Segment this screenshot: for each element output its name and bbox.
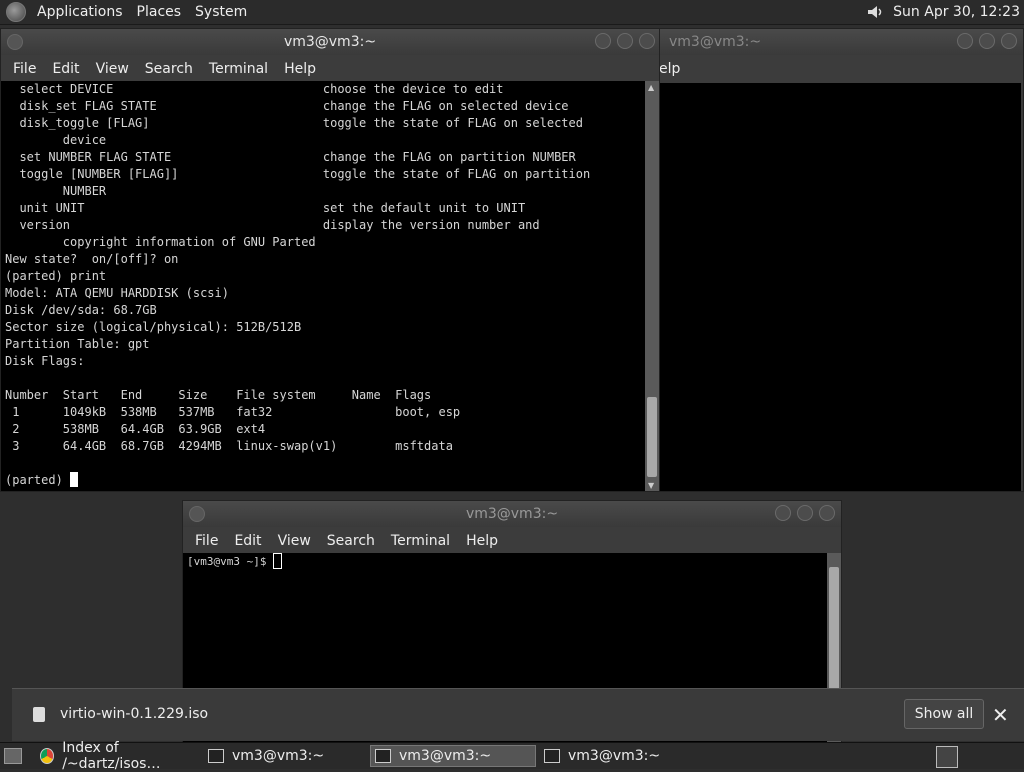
task-terminal-3[interactable]: vm3@vm3:~	[540, 745, 700, 767]
terminal-icon	[375, 749, 391, 763]
task-label: vm3@vm3:~	[568, 748, 661, 764]
terminal-line: Disk Flags:	[5, 354, 85, 368]
maximize-button[interactable]	[979, 33, 995, 49]
menu-file[interactable]: File	[5, 61, 44, 77]
terminal-icon	[208, 749, 224, 763]
distro-logo-icon[interactable]	[6, 2, 26, 22]
terminal-line: Disk /dev/sda: 68.7GB	[5, 303, 157, 317]
parted-prompt: (parted)	[5, 473, 71, 487]
menu-applications[interactable]: Applications	[30, 4, 130, 20]
close-button[interactable]	[1001, 33, 1017, 49]
terminal-line: select DEVICE choose the device to edit	[5, 82, 504, 96]
terminal-line: Number Start End Size File system Name F…	[5, 388, 432, 402]
terminal-line: 1 1049kB 538MB 537MB fat32 boot, esp	[5, 405, 461, 419]
scroll-down-arrow-icon[interactable]: ▼	[648, 481, 654, 490]
text-cursor	[70, 472, 79, 487]
terminal-line: NUMBER	[5, 184, 107, 198]
download-filename[interactable]: virtio-win-0.1.229.iso	[60, 706, 208, 722]
parted-prompt-line: (parted)	[5, 472, 645, 489]
menu-view[interactable]: View	[88, 61, 137, 77]
terminal-line: Partition Table: gpt	[5, 337, 150, 351]
show-all-button[interactable]: Show all	[904, 699, 984, 729]
back-terminal-output[interactable]	[659, 83, 1021, 491]
menu-terminal[interactable]: Terminal	[383, 533, 458, 549]
menu-edit[interactable]: Edit	[44, 61, 87, 77]
menu-search[interactable]: Search	[319, 533, 383, 549]
menu-search[interactable]: Search	[137, 61, 201, 77]
scrollbar-thumb[interactable]	[647, 397, 657, 477]
taskbar: Index of /~dartz/isos… vm3@vm3:~ vm3@vm3…	[0, 740, 1024, 772]
menu-system[interactable]: System	[188, 4, 254, 20]
menu-help[interactable]: Help	[276, 61, 324, 77]
main-window-menubar: File Edit View Search Terminal Help	[1, 55, 659, 83]
terminal-line: disk_set FLAG STATE change the FLAG on s…	[5, 99, 569, 113]
chrome-icon	[40, 748, 55, 764]
main-terminal-window[interactable]: vm3@vm3:~ File Edit View Search Terminal…	[0, 28, 660, 492]
shell-prompt: [vm3@vm3 ~]$	[187, 555, 274, 568]
task-label: Index of /~dartz/isos…	[62, 740, 161, 772]
second-window-title: vm3@vm3:~	[465, 506, 559, 522]
terminal-line: set NUMBER FLAG STATE change the FLAG on…	[5, 150, 576, 164]
terminal-line: (parted) print	[5, 269, 107, 283]
top-panel: Applications Places System Sun Apr 30, 1…	[0, 0, 1024, 25]
terminal-line: unit UNIT set the default unit to UNIT	[5, 201, 526, 215]
main-terminal-scrollbar[interactable]: ▲ ▼	[645, 81, 659, 491]
maximize-button[interactable]	[797, 505, 813, 521]
scroll-up-arrow-icon[interactable]: ▲	[648, 83, 654, 92]
terminal-line: New state? on/[off]? on	[5, 252, 179, 266]
terminal-line: Sector size (logical/physical): 512B/512…	[5, 320, 302, 334]
task-browser[interactable]: Index of /~dartz/isos…	[36, 740, 201, 772]
terminal-line: toggle [NUMBER [FLAG]] toggle the state …	[5, 167, 591, 181]
download-bar: virtio-win-0.1.229.iso Show all ✕	[12, 688, 1024, 741]
close-button[interactable]	[819, 505, 835, 521]
menu-places[interactable]: Places	[130, 4, 189, 20]
terminal-icon	[544, 749, 560, 763]
menu-view[interactable]: View	[270, 533, 319, 549]
terminal-line: version display the version number and	[5, 218, 540, 232]
second-window-titlebar[interactable]: vm3@vm3:~	[183, 501, 841, 527]
minimize-button[interactable]	[595, 33, 611, 49]
main-window-title: vm3@vm3:~	[283, 34, 377, 50]
volume-icon[interactable]	[865, 2, 885, 22]
task-label: vm3@vm3:~	[399, 748, 492, 764]
back-terminal-window[interactable]: vm3@vm3:~ elp	[640, 28, 1024, 492]
show-desktop-icon[interactable]	[4, 748, 22, 764]
task-label: vm3@vm3:~	[232, 748, 325, 764]
terminal-line: copyright information of GNU Parted	[5, 235, 316, 249]
menu-file[interactable]: File	[187, 533, 226, 549]
workspace-switcher-icon[interactable]	[936, 746, 958, 768]
menu-terminal[interactable]: Terminal	[201, 61, 276, 77]
terminal-line: 2 538MB 64.4GB 63.9GB ext4	[5, 422, 266, 436]
menu-edit[interactable]: Edit	[226, 533, 269, 549]
terminal-line: Model: ATA QEMU HARDDISK (scsi)	[5, 286, 229, 300]
maximize-button[interactable]	[617, 33, 633, 49]
file-icon	[33, 707, 45, 722]
minimize-button[interactable]	[775, 505, 791, 521]
main-window-titlebar[interactable]: vm3@vm3:~	[1, 29, 659, 55]
task-terminal-2[interactable]: vm3@vm3:~	[370, 745, 536, 767]
text-cursor	[273, 553, 283, 569]
clock[interactable]: Sun Apr 30, 12:23	[893, 4, 1020, 20]
minimize-button[interactable]	[957, 33, 973, 49]
menu-help[interactable]: Help	[458, 533, 506, 549]
second-window-menubar: File Edit View Search Terminal Help	[183, 527, 841, 555]
main-terminal-output[interactable]: select DEVICE choose the device to edit …	[1, 81, 645, 491]
back-window-menubar: elp	[641, 55, 1023, 83]
terminal-line: disk_toggle [FLAG] toggle the state of F…	[5, 116, 583, 130]
panel-tray: Sun Apr 30, 12:23	[865, 0, 1020, 24]
terminal-line: device	[5, 133, 107, 147]
task-terminal-1[interactable]: vm3@vm3:~	[204, 745, 364, 767]
back-window-titlebar[interactable]: vm3@vm3:~	[641, 29, 1023, 55]
terminal-line: 3 64.4GB 68.7GB 4294MB linux-swap(v1) ms…	[5, 439, 453, 453]
close-button[interactable]	[639, 33, 655, 49]
close-icon[interactable]: ✕	[992, 703, 1009, 727]
